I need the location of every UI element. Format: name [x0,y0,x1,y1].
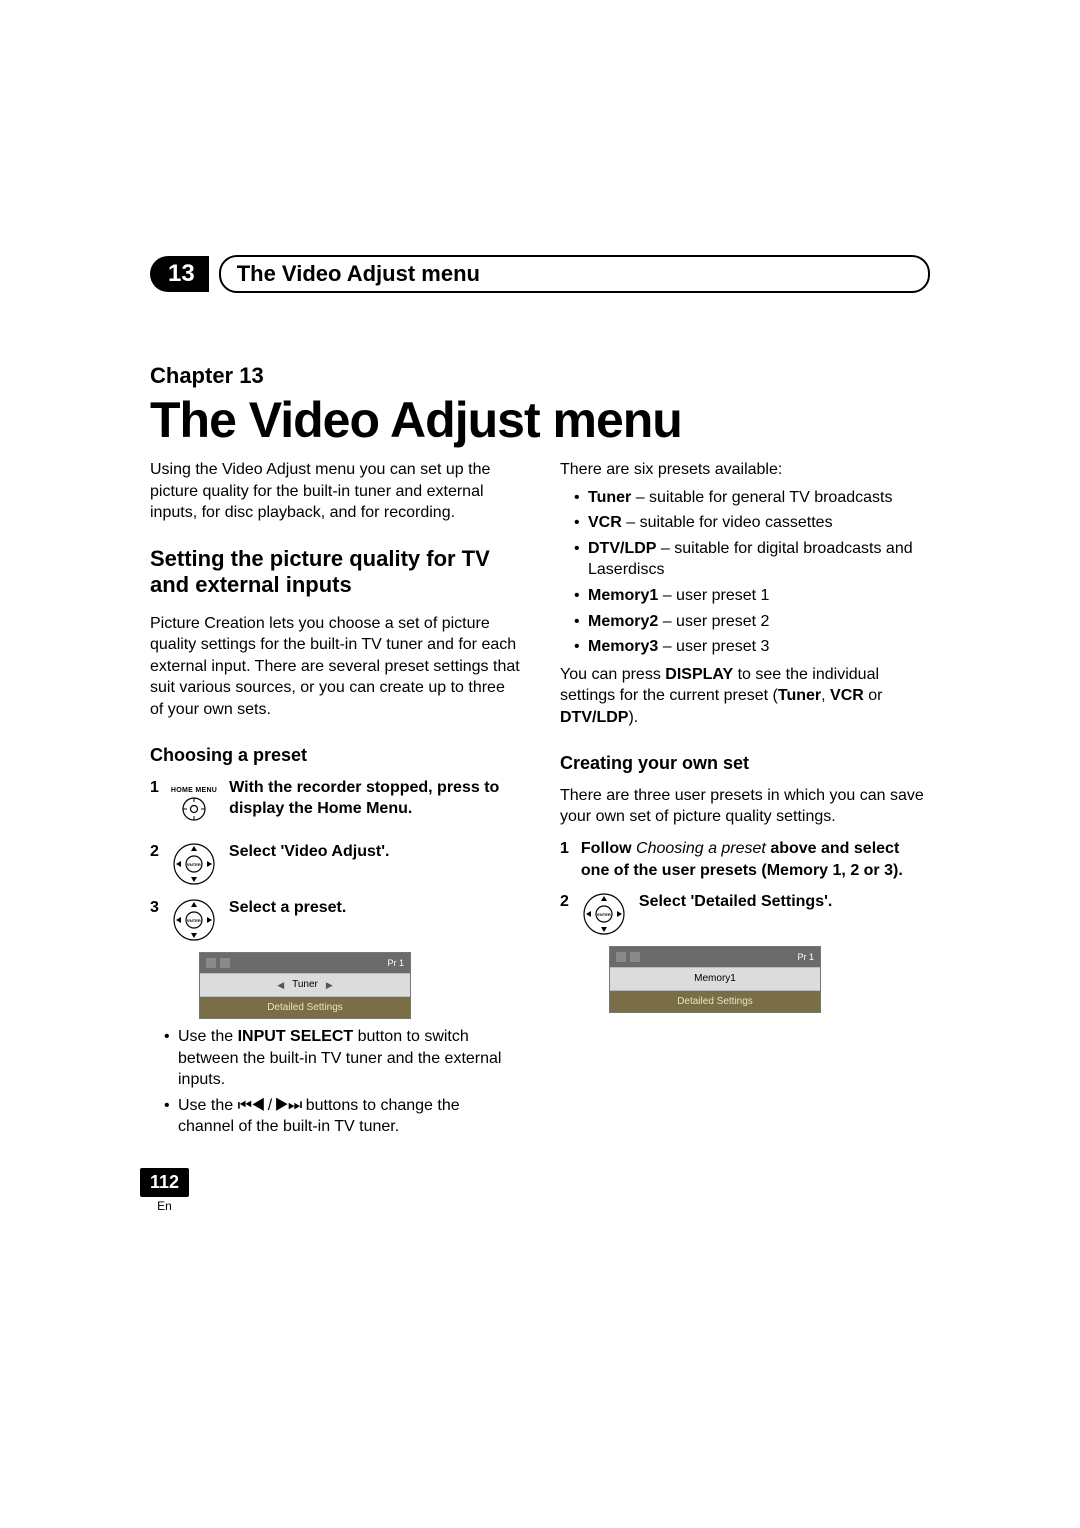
step-number: 1 [150,777,159,799]
home-menu-icon [181,796,207,822]
enter-nav-icon: ENTER [581,891,627,937]
osd-row-memory1: Memory1 [694,972,736,986]
osd-row-detailed: Detailed Settings [267,1001,343,1015]
home-menu-label: HOME MENU [171,787,217,794]
enter-nav-icon: ENTER [171,897,217,943]
step-number: 2 [150,841,159,863]
osd-pr-label: Pr 1 [387,957,404,969]
step-number: 1 [560,838,569,860]
presets-lead: There are six presets available: [560,459,930,481]
skip-prev-next-icon: ⏮◀ / ▶⏭ [238,1097,302,1114]
creating-step-2: 2 ENTER Select 'Detailed Settings'. [560,891,930,937]
svg-text:ENTER: ENTER [597,912,611,917]
step-number: 2 [560,891,569,913]
svg-text:ENTER: ENTER [187,862,201,867]
chapter-label: Chapter 13 [150,363,930,389]
creating-step-1-text: Follow Choosing a preset above and selec… [581,838,930,881]
page-number: 112 [140,1168,189,1197]
section-heading-picture-quality: Setting the picture quality for TV and e… [150,546,520,599]
subheading-choosing-preset: Choosing a preset [150,743,520,767]
step-number: 3 [150,897,159,919]
section-intro: Picture Creation lets you choose a set o… [150,613,520,721]
presets-tail: You can press DISPLAY to see the individ… [560,664,930,729]
right-column: There are six presets available: Tuner –… [560,459,930,1144]
creating-intro: There are three user presets in which yo… [560,785,930,828]
left-column: Using the Video Adjust menu you can set … [150,459,520,1144]
page-language: En [140,1199,189,1213]
body-columns: Using the Video Adjust menu you can set … [150,459,930,1144]
enter-nav-icon: ENTER [171,841,217,887]
chapter-intro: Using the Video Adjust menu you can set … [150,459,520,524]
presets-list: Tuner – suitable for general TV broadcas… [574,487,930,658]
step-3-text: Select a preset. [229,897,520,919]
step-2-text: Select 'Video Adjust'. [229,841,520,863]
preset-vcr: VCR – suitable for video cassettes [574,512,930,534]
osd-pr-label: Pr 1 [797,951,814,963]
chapter-title: The Video Adjust menu [150,391,930,449]
osd-screenshot-memory1: Pr 1 Memory1 Detailed Settings [610,947,820,1012]
running-head-title: The Video Adjust menu [219,255,930,293]
preset-dtv-ldp: DTV/LDP – suitable for digital broadcast… [574,538,930,581]
chapter-number-badge: 13 [150,256,209,292]
step-1: 1 HOME MENU With the recorder stopped, p… [150,777,520,831]
page-footer: 112 En [140,1168,189,1213]
creating-step-1: 1 Follow Choosing a preset above and sel… [560,838,930,881]
preset-memory1: Memory1 – user preset 1 [574,585,930,607]
subheading-creating-own-set: Creating your own set [560,751,930,775]
osd-row-detailed: Detailed Settings [677,995,753,1009]
preset-tuner: Tuner – suitable for general TV broadcas… [574,487,930,509]
step-3: 3 ENTER Select a preset. [150,897,520,943]
running-head: 13 The Video Adjust menu [150,255,930,293]
creating-step-2-text: Select 'Detailed Settings'. [639,891,930,913]
note-skip-buttons: Use the ⏮◀ / ▶⏭ buttons to change the ch… [164,1095,520,1138]
preset-memory2: Memory2 – user preset 2 [574,611,930,633]
manual-page: 13 The Video Adjust menu Chapter 13 The … [0,0,1080,1528]
step-1-text: With the recorder stopped, press to disp… [229,777,520,820]
osd-row-tuner: Tuner [292,978,318,992]
step-2: 2 ENTER Select 'Video Adjust'. [150,841,520,887]
osd-screenshot-tuner: Pr 1 ◀Tuner▶ Detailed Settings [200,953,410,1018]
svg-text:ENTER: ENTER [187,918,201,923]
note-input-select: Use the INPUT SELECT button to switch be… [164,1026,520,1091]
choosing-notes: Use the INPUT SELECT button to switch be… [164,1026,520,1138]
preset-memory3: Memory3 – user preset 3 [574,636,930,658]
